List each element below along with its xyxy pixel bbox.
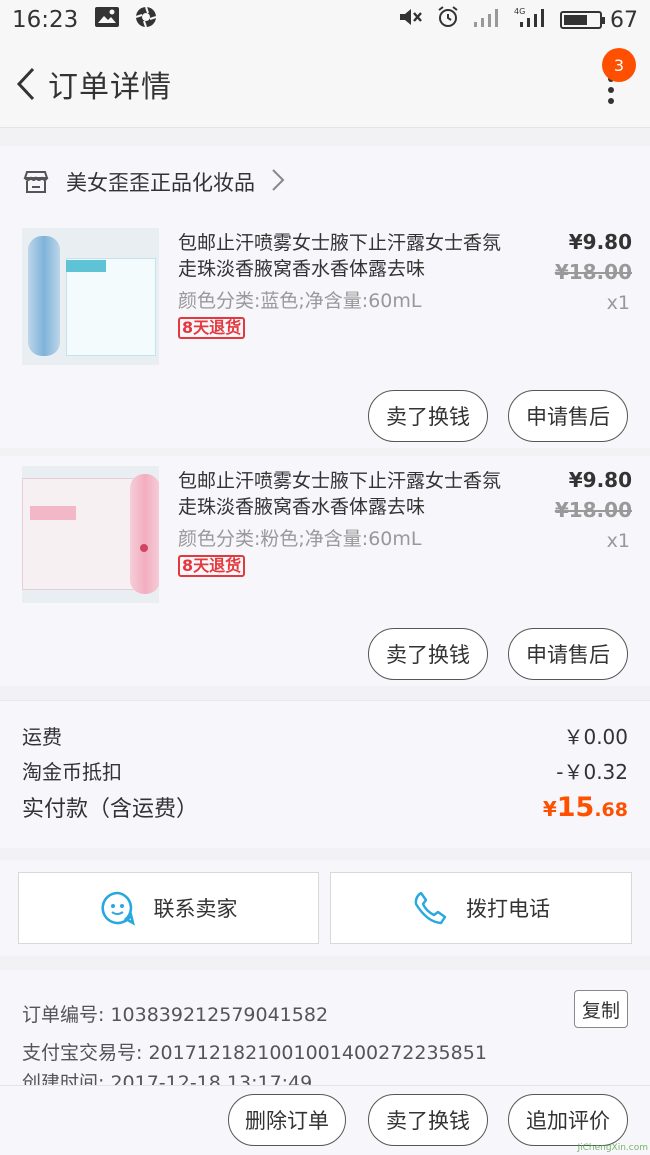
- total-label: 实付款（含运费）: [22, 797, 199, 822]
- sell-button[interactable]: 卖了换钱: [368, 1094, 488, 1146]
- product-spec: 颜色分类:粉色;净含量:60mL: [178, 528, 422, 550]
- more-menu-button[interactable]: 3: [586, 48, 636, 114]
- product-spec: 颜色分类:蓝色;净含量:60mL: [178, 290, 422, 312]
- contact-seller-button[interactable]: 联系卖家: [18, 872, 319, 944]
- mute-icon: [398, 6, 424, 34]
- order-summary: 运费 ￥0.00 淘金币抵扣 -￥0.32 实付款（含运费） ¥15.68: [0, 700, 650, 848]
- product-thumbnail[interactable]: [22, 466, 159, 603]
- product-price: ¥9.80: [568, 230, 632, 254]
- product-card-image: [22, 478, 142, 590]
- back-icon[interactable]: [4, 54, 48, 114]
- alipay-transaction-number: 支付宝交易号: 2017121821001001400272235851: [22, 1042, 487, 1064]
- battery-fill: [564, 15, 587, 25]
- shop-icon: [22, 168, 50, 196]
- chevron-right-icon: [271, 168, 285, 196]
- call-phone-button[interactable]: 拨打电话: [330, 872, 632, 944]
- order-number: 订单编号: 103839212579041582: [22, 1004, 329, 1026]
- shipping-value: ￥0.00: [563, 725, 628, 749]
- delete-order-button[interactable]: 删除订单: [228, 1094, 346, 1146]
- sell-button[interactable]: 卖了换钱: [368, 628, 488, 680]
- total-currency: ¥: [542, 797, 557, 821]
- battery-icon: [560, 11, 605, 29]
- product-original-price: ¥18.00: [554, 498, 632, 522]
- copy-button[interactable]: 复制: [574, 990, 628, 1028]
- contact-seller-label: 联系卖家: [153, 897, 238, 921]
- shop-name: 美女歪歪正品化妆品: [66, 171, 255, 195]
- contact-section: 联系卖家 拨打电话: [0, 860, 650, 956]
- product-label-strip: [66, 260, 106, 272]
- chat-bubble-icon: [100, 890, 136, 926]
- product-bottle-image: [130, 474, 159, 594]
- coin-label: 淘金币抵扣: [22, 760, 122, 784]
- svg-text:4G: 4G: [514, 7, 525, 16]
- battery-level: 67: [610, 7, 638, 33]
- product-title[interactable]: 包邮止汗喷雾女士腋下止汗露女士香氛走珠淡香腋窝香水香体露去味: [178, 230, 518, 282]
- product-quantity: x1: [606, 292, 630, 314]
- return-policy-tag: 8天退货: [178, 555, 246, 577]
- product-original-price: ¥18.00: [554, 260, 632, 284]
- total-decimal: .68: [594, 799, 628, 821]
- product-label-strip: [30, 506, 76, 520]
- status-right: 4G 67: [398, 5, 638, 35]
- order-item[interactable]: 包邮止汗喷雾女士腋下止汗露女士香氛走珠淡香腋窝香水香体露去味 颜色分类:粉色;净…: [0, 456, 650, 686]
- product-price: ¥9.80: [568, 468, 632, 492]
- product-thumbnail[interactable]: [22, 228, 159, 365]
- sell-button[interactable]: 卖了换钱: [368, 390, 488, 442]
- after-sales-button[interactable]: 申请售后: [508, 390, 628, 442]
- add-review-button[interactable]: 追加评价: [508, 1094, 628, 1146]
- product-title[interactable]: 包邮止汗喷雾女士腋下止汗露女士香氛走珠淡香腋窝香水香体露去味: [178, 468, 518, 520]
- signal-4g-icon: 4G: [514, 6, 548, 34]
- total-value: ¥15.68: [543, 792, 628, 823]
- status-time: 16:23: [12, 7, 79, 33]
- watermark: JiChengXin.com: [577, 1143, 648, 1153]
- total-integer: 15: [556, 792, 595, 823]
- alarm-icon: [436, 5, 460, 35]
- total-row: 实付款（含运费） ¥15.68: [22, 791, 628, 823]
- image-icon: [94, 6, 120, 34]
- aperture-icon: [134, 5, 158, 35]
- nav-header: 订单详情 3: [0, 40, 650, 128]
- bottom-action-bar: 删除订单 卖了换钱 追加评价 JiChengXin.com: [0, 1085, 650, 1155]
- product-quantity: x1: [606, 530, 630, 552]
- shop-row[interactable]: 美女歪歪正品化妆品: [0, 146, 650, 218]
- product-bottle-dot: [140, 544, 148, 552]
- coin-discount-row: 淘金币抵扣 -￥0.32: [22, 756, 628, 785]
- return-policy-tag: 8天退货: [178, 317, 246, 339]
- phone-icon: [412, 890, 448, 926]
- product-bottle-image: [28, 236, 60, 356]
- notification-badge: 3: [602, 48, 636, 82]
- shipping-row: 运费 ￥0.00: [22, 721, 628, 750]
- status-bar: 16:23 4G 67: [0, 0, 650, 40]
- order-info: 订单编号: 103839212579041582 复制 支付宝交易号: 2017…: [0, 970, 650, 1090]
- shipping-label: 运费: [22, 725, 62, 749]
- page-title: 订单详情: [48, 69, 172, 105]
- order-item[interactable]: 包邮止汗喷雾女士腋下止汗露女士香氛走珠淡香腋窝香水香体露去味 颜色分类:蓝色;净…: [0, 218, 650, 448]
- call-phone-label: 拨打电话: [466, 897, 550, 921]
- coin-value: -￥0.32: [556, 760, 628, 784]
- signal-icon: [472, 6, 502, 34]
- after-sales-button[interactable]: 申请售后: [508, 628, 628, 680]
- product-card-image: [66, 258, 156, 356]
